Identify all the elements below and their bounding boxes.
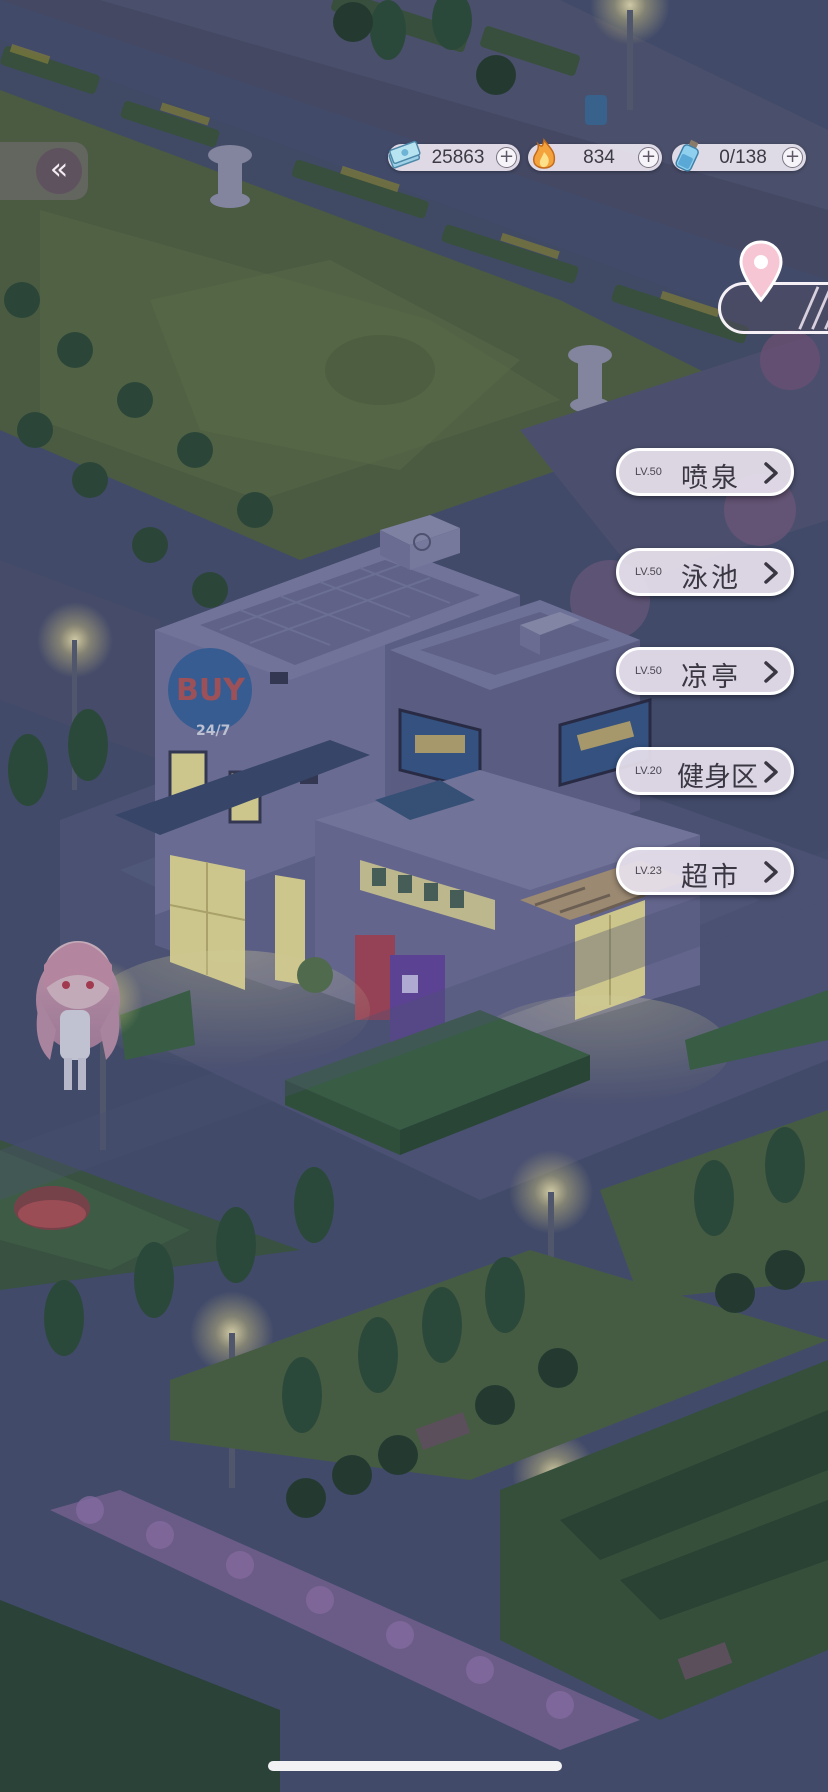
facility-level: LV.50 (635, 566, 662, 578)
game-scene: BUY 24/7 (0, 0, 828, 1792)
cash-counter: 25863 + (388, 140, 520, 171)
energy-value: 834 (583, 147, 615, 168)
energy-counter: 834 + (528, 138, 662, 171)
facility-button-fountain[interactable]: LV.50 喷泉 (616, 448, 794, 496)
facility-name: 健身区 (677, 762, 758, 793)
chevron-right-icon (764, 761, 778, 783)
cash-add-button[interactable]: + (496, 147, 517, 168)
facility-name: 超市 (681, 862, 741, 893)
home-indicator[interactable] (268, 1761, 562, 1771)
stamina-value: 0/138 (719, 147, 767, 168)
flame-icon (532, 138, 556, 169)
stamina-add-button[interactable]: + (782, 147, 803, 168)
chevron-right-icon (764, 562, 778, 584)
facility-level: LV.50 (635, 466, 662, 478)
back-button[interactable]: « (0, 142, 88, 200)
cash-stack-icon (388, 140, 421, 169)
facility-level: LV.23 (635, 865, 662, 877)
facility-button-pool[interactable]: LV.50 泳池 (616, 548, 794, 596)
chevron-right-icon (764, 861, 778, 883)
double-chevron-left-icon: « (36, 148, 82, 194)
facility-level: LV.20 (635, 765, 662, 777)
stripe-decoration (798, 286, 828, 330)
facility-level: LV.50 (635, 665, 662, 677)
facility-name: 喷泉 (681, 463, 741, 494)
facility-button-fitness[interactable]: LV.20 健身区 (616, 747, 794, 795)
stamina-counter: 0/138 + (672, 139, 806, 172)
chevron-right-icon (764, 462, 778, 484)
potion-bottle-icon (675, 139, 699, 172)
energy-add-button[interactable]: + (638, 147, 659, 168)
facility-name: 凉亭 (681, 662, 741, 693)
facility-button-supermarket[interactable]: LV.23 超市 (616, 847, 794, 895)
chevron-right-icon (764, 661, 778, 683)
cash-value: 25863 (431, 147, 485, 168)
location-pin-icon[interactable] (738, 240, 784, 306)
facility-name: 泳池 (681, 563, 741, 594)
facility-button-pavilion[interactable]: LV.50 凉亭 (616, 647, 794, 695)
